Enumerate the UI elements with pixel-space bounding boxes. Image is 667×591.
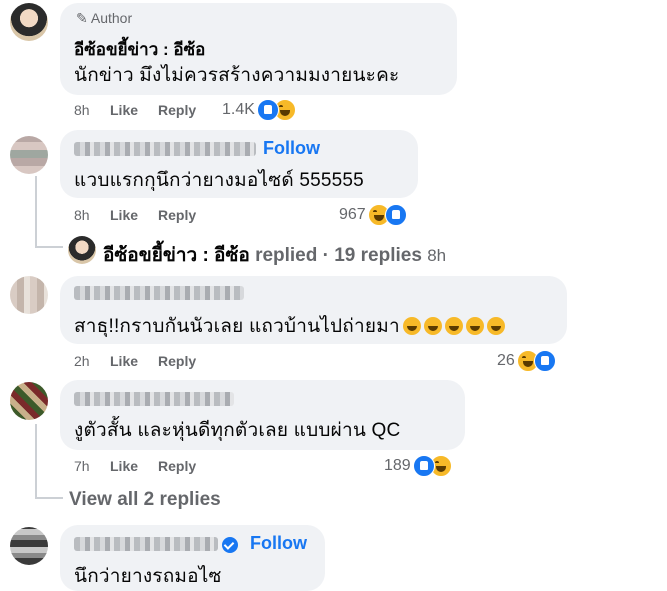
commenter-avatar[interactable] bbox=[10, 382, 48, 420]
comment-text: นึกว่ายางรถมอไซ bbox=[74, 566, 222, 587]
commenter-avatar[interactable] bbox=[10, 136, 48, 174]
like-reaction-icon bbox=[384, 204, 407, 226]
comment-time[interactable]: 8h bbox=[74, 207, 90, 223]
follow-button[interactable]: Follow bbox=[263, 138, 320, 159]
reaction-summary[interactable]: 189 bbox=[384, 455, 452, 477]
comment-text: แวบแรกกุนึกว่ายางมอไซด์ 555555 bbox=[74, 170, 364, 191]
comment-text: งูตัวสั้น และหุ่นดีทุกตัวเลย แบบผ่าน QC bbox=[74, 420, 401, 441]
replies-time: 8h bbox=[427, 246, 447, 265]
reply-button[interactable]: Reply bbox=[158, 207, 196, 223]
like-button[interactable]: Like bbox=[110, 207, 138, 223]
blurred-commenter-name bbox=[74, 142, 256, 156]
haha-emoji-icon bbox=[423, 317, 442, 335]
haha-emoji-icon bbox=[402, 317, 421, 335]
replies-summary[interactable]: อีซ้อขยี้ข่าว : อีซ้อ replied · 19 repli… bbox=[103, 240, 446, 270]
like-reaction-icon bbox=[533, 350, 556, 372]
haha-emoji-icon bbox=[486, 317, 505, 335]
author-badge: ✎ Author bbox=[76, 10, 132, 27]
verified-badge-icon bbox=[222, 537, 238, 553]
like-button[interactable]: Like bbox=[110, 458, 138, 474]
blurred-commenter-name bbox=[74, 286, 244, 300]
replier-avatar[interactable] bbox=[68, 236, 96, 264]
thread-line bbox=[35, 176, 37, 246]
comment-author-name[interactable]: อีซ้อขยี้ข่าว : อีซ้อ bbox=[74, 36, 205, 63]
blurred-commenter-name bbox=[74, 392, 234, 406]
reply-button[interactable]: Reply bbox=[158, 458, 196, 474]
commenter-avatar[interactable] bbox=[10, 276, 48, 314]
reply-button[interactable]: Reply bbox=[158, 102, 196, 118]
comment-time[interactable]: 7h bbox=[74, 458, 90, 474]
replies-count: replied · 19 replies bbox=[255, 245, 422, 266]
reaction-summary[interactable]: 967 bbox=[339, 204, 407, 226]
reply-button[interactable]: Reply bbox=[158, 353, 196, 369]
thread-line bbox=[35, 497, 63, 499]
pencil-icon: ✎ bbox=[76, 10, 88, 26]
haha-emoji-icon bbox=[444, 317, 463, 335]
commenter-avatar[interactable] bbox=[10, 527, 48, 565]
blurred-commenter-name bbox=[74, 537, 218, 551]
like-reaction-icon bbox=[256, 99, 279, 121]
comment-time[interactable]: 8h bbox=[74, 102, 90, 118]
reaction-count: 189 bbox=[384, 457, 411, 474]
reaction-count: 967 bbox=[339, 206, 366, 223]
reaction-summary[interactable]: 26 bbox=[497, 350, 556, 372]
haha-emoji-icon bbox=[465, 317, 484, 335]
reaction-summary[interactable]: 1.4K bbox=[222, 99, 296, 121]
like-reaction-icon bbox=[412, 455, 435, 477]
comment-text: นักข่าว มึงไม่ควรสร้างความมงายนะคะ bbox=[74, 65, 400, 86]
replier-name: อีซ้อขยี้ข่าว : อีซ้อ bbox=[103, 245, 250, 266]
view-all-replies-button[interactable]: View all 2 replies bbox=[69, 489, 221, 511]
author-avatar[interactable] bbox=[10, 3, 48, 41]
comment-time[interactable]: 2h bbox=[74, 353, 90, 369]
reaction-count: 1.4K bbox=[222, 101, 255, 118]
comment-text: สาธุ!!กราบกันนัวเลย แถวบ้านไปถ่ายมา bbox=[74, 311, 505, 341]
like-button[interactable]: Like bbox=[110, 102, 138, 118]
follow-button[interactable]: Follow bbox=[250, 533, 307, 554]
thread-line bbox=[35, 246, 63, 248]
thread-line bbox=[35, 424, 37, 498]
like-button[interactable]: Like bbox=[110, 353, 138, 369]
reaction-count: 26 bbox=[497, 352, 515, 369]
author-badge-label: Author bbox=[90, 10, 133, 26]
